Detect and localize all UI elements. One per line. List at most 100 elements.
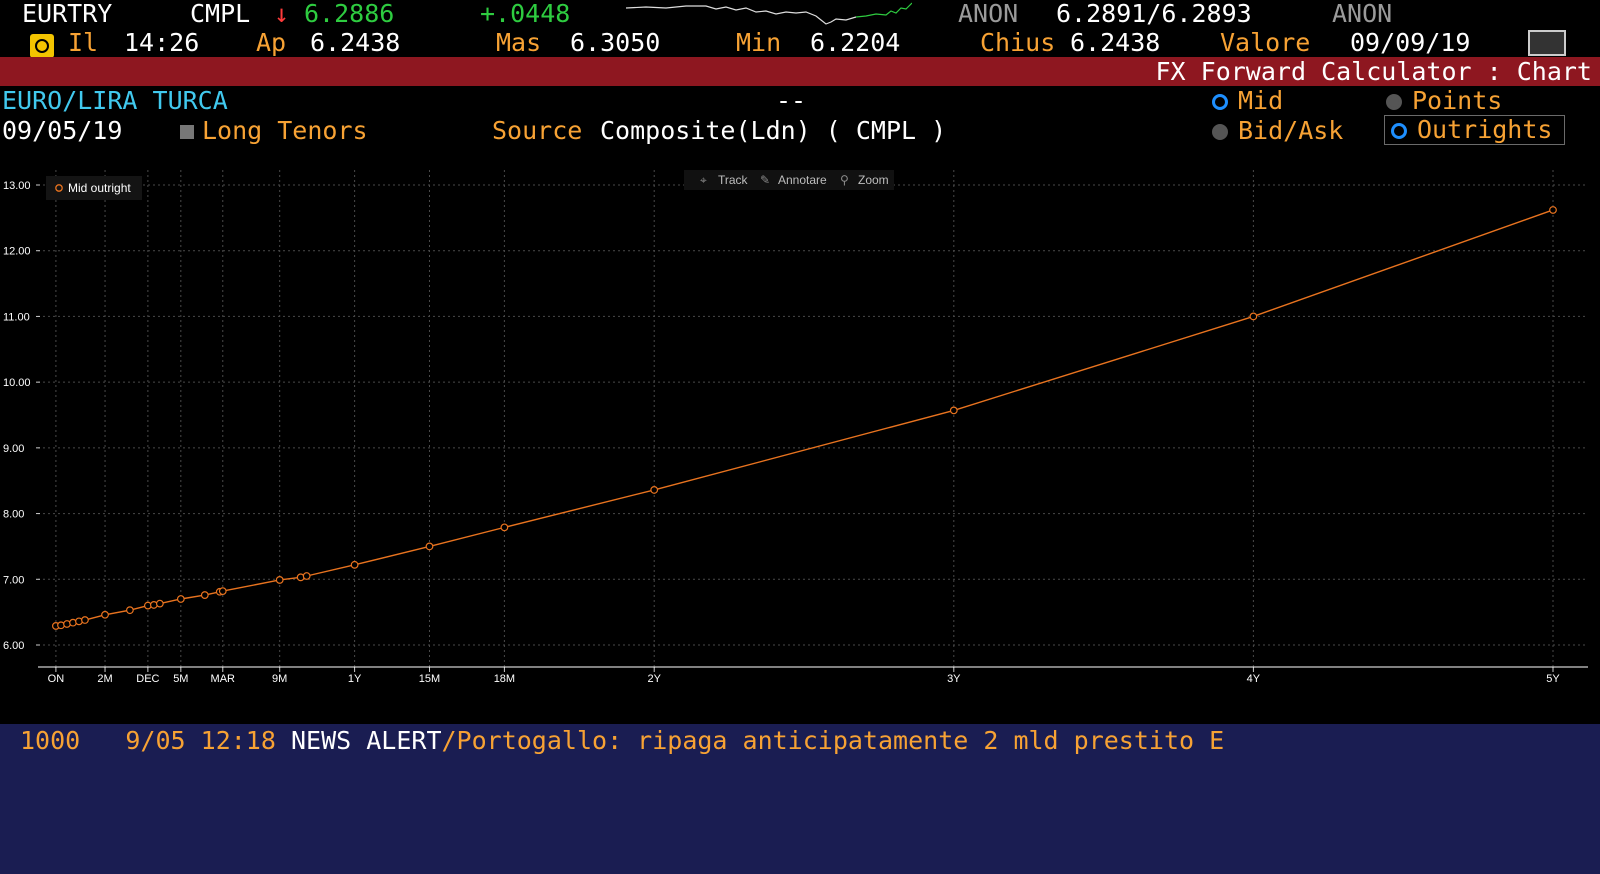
checkbox-icon[interactable] xyxy=(180,125,194,139)
news-line[interactable]: 1000 9/05 12:18 NEWS ALERT/Portogallo: r… xyxy=(20,724,1224,758)
outrights-radio-icon[interactable] xyxy=(1391,123,1407,139)
y-tick-label: 9.00 xyxy=(3,443,24,455)
y-tick-label: 8.00 xyxy=(3,509,24,521)
data-point[interactable] xyxy=(650,486,659,494)
long-tenors-toggle[interactable]: Long Tenors xyxy=(180,116,368,146)
x-axis: ON 2M DEC 5M MAR 9M 1Y 15M 18M 2Y 3Y 4Y 5Y xyxy=(48,667,1560,685)
forward-curve-chart[interactable]: 13.00 12.00 11.00 10.00 9.00 8.00 7.00 6.00 ON 2… xyxy=(0,168,1600,724)
value-date-label: Valore xyxy=(1220,28,1311,57)
data-point[interactable] xyxy=(200,591,209,599)
news-alert-label: NEWS ALERT xyxy=(290,726,442,755)
close-value: 6.2438 xyxy=(1070,28,1161,57)
y-axis: 13.00 12.00 11.00 10.00 9.00 8.00 7.00 6.00 xyxy=(3,180,40,652)
x-tick-label: 9M xyxy=(272,673,287,685)
ticker-row: EURTRY CMPL ↓ 6.2886 +.0448 ANON 6.2891/… xyxy=(0,0,1600,28)
ticker-symbol[interactable]: EURTRY xyxy=(22,0,112,28)
y-tick-label: 10.00 xyxy=(3,377,31,389)
x-tick-label: 3Y xyxy=(947,673,961,685)
source-value[interactable]: Composite(Ldn) ( CMPL ) xyxy=(600,116,946,146)
outrights-option[interactable]: Outrights xyxy=(1384,115,1566,145)
chart-toolbar: ⌖ Track ✎ Annotare ⚲ Zoom xyxy=(684,170,894,190)
page-title: FX Forward Calculator : Chart xyxy=(1155,57,1593,86)
data-point[interactable] xyxy=(125,606,134,615)
bid-ask-quote: 6.2891/6.2893 xyxy=(1056,0,1252,28)
price-change: +.0448 xyxy=(480,0,571,28)
last-price: 6.2886 xyxy=(304,0,395,28)
data-point[interactable] xyxy=(425,542,434,551)
source-label: Source xyxy=(492,116,583,145)
x-tick-label: 5Y xyxy=(1546,673,1560,685)
intraday-sparkline xyxy=(626,2,912,25)
x-tick-label: ON xyxy=(48,673,65,685)
high-label: Mas xyxy=(496,28,542,57)
zoom-button[interactable]: Zoom xyxy=(858,173,889,187)
x-tick-label: 2M xyxy=(97,673,112,685)
y-tick-label: 11.00 xyxy=(3,311,30,323)
x-tick-label: 15M xyxy=(419,673,440,685)
news-ticker[interactable]: 1000 9/05 12:18 NEWS ALERT/Portogallo: r… xyxy=(0,724,1600,874)
y-tick-label: 13.00 xyxy=(3,180,31,192)
ask-source: ANON xyxy=(1332,0,1393,28)
y-tick-label: 6.00 xyxy=(3,640,24,652)
time-value: 14:26 xyxy=(124,28,200,57)
x-tick-label: 5M xyxy=(173,673,188,685)
open-label: Ap xyxy=(256,28,287,57)
header-dash: -- xyxy=(776,86,807,115)
data-point[interactable] xyxy=(1249,312,1258,321)
legend-label: Mid outright xyxy=(68,181,131,195)
bid-ask-radio-icon[interactable] xyxy=(1212,124,1228,140)
x-tick-label: 18M xyxy=(494,673,515,685)
data-point[interactable] xyxy=(350,560,359,569)
clock-icon[interactable] xyxy=(30,30,62,59)
chart-grid xyxy=(38,170,1588,667)
x-tick-label: 4Y xyxy=(1247,673,1261,685)
y-tick-label: 7.00 xyxy=(3,574,24,586)
close-label: Chius xyxy=(980,28,1056,57)
news-headline[interactable]: /Portogallo: ripaga anticipatamente 2 ml… xyxy=(442,726,1225,755)
time-label: Il xyxy=(68,28,99,57)
data-point[interactable] xyxy=(275,576,284,584)
series-mid-outright[interactable] xyxy=(51,206,1557,630)
data-point[interactable] xyxy=(218,587,227,596)
news-time: 12:18 xyxy=(200,726,276,755)
high-value: 6.3050 xyxy=(570,28,661,57)
low-value: 6.2204 xyxy=(810,28,901,57)
x-tick-label: DEC xyxy=(136,673,159,685)
pair-name: EURO/LIRA TURCA xyxy=(2,86,228,115)
track-button[interactable]: Track xyxy=(718,173,749,187)
points-option[interactable]: Points xyxy=(1386,86,1502,116)
mid-option[interactable]: Mid xyxy=(1212,86,1283,116)
data-point[interactable] xyxy=(81,616,89,624)
header-row-2: 09/05/19 Long Tenors Source Composite(Ld… xyxy=(0,115,1600,146)
news-date: 9/05 xyxy=(125,726,186,755)
data-point[interactable] xyxy=(176,595,185,603)
annotate-button[interactable]: Annotare xyxy=(778,173,827,187)
down-arrow-icon: ↓ xyxy=(274,0,290,28)
x-tick-label: MAR xyxy=(211,673,236,685)
value-date: 09/09/19 xyxy=(1350,28,1471,57)
data-point[interactable] xyxy=(101,610,109,619)
data-point[interactable] xyxy=(1549,206,1557,214)
x-tick-label: 1Y xyxy=(348,673,362,685)
header-row-1: EURO/LIRA TURCA -- Mid Points xyxy=(0,86,1600,116)
bid-source: ANON xyxy=(958,0,1019,28)
data-point[interactable] xyxy=(500,523,509,532)
low-label: Min xyxy=(736,28,782,57)
pencil-icon: ✎ xyxy=(760,173,770,187)
title-bar: FX Forward Calculator : Chart xyxy=(0,57,1600,86)
data-point[interactable] xyxy=(949,406,958,415)
mid-radio-icon[interactable] xyxy=(1212,94,1228,110)
stats-row: Il 14:26 Ap 6.2438 Mas 6.3050 Min 6.2204… xyxy=(0,28,1600,59)
series-line xyxy=(55,209,1554,627)
data-point[interactable] xyxy=(302,572,311,580)
data-point[interactable] xyxy=(155,599,164,608)
points-radio-icon[interactable] xyxy=(1386,94,1402,110)
chart-legend: Mid outright xyxy=(46,176,142,200)
monitor-icon[interactable] xyxy=(1528,30,1566,56)
open-value: 6.2438 xyxy=(310,28,401,57)
crosshair-icon: ⌖ xyxy=(700,173,707,187)
header-date: 09/05/19 xyxy=(2,116,123,145)
magnifier-icon: ⚲ xyxy=(840,173,849,187)
bid-ask-option[interactable]: Bid/Ask xyxy=(1212,116,1343,146)
news-code: 1000 xyxy=(20,726,81,755)
